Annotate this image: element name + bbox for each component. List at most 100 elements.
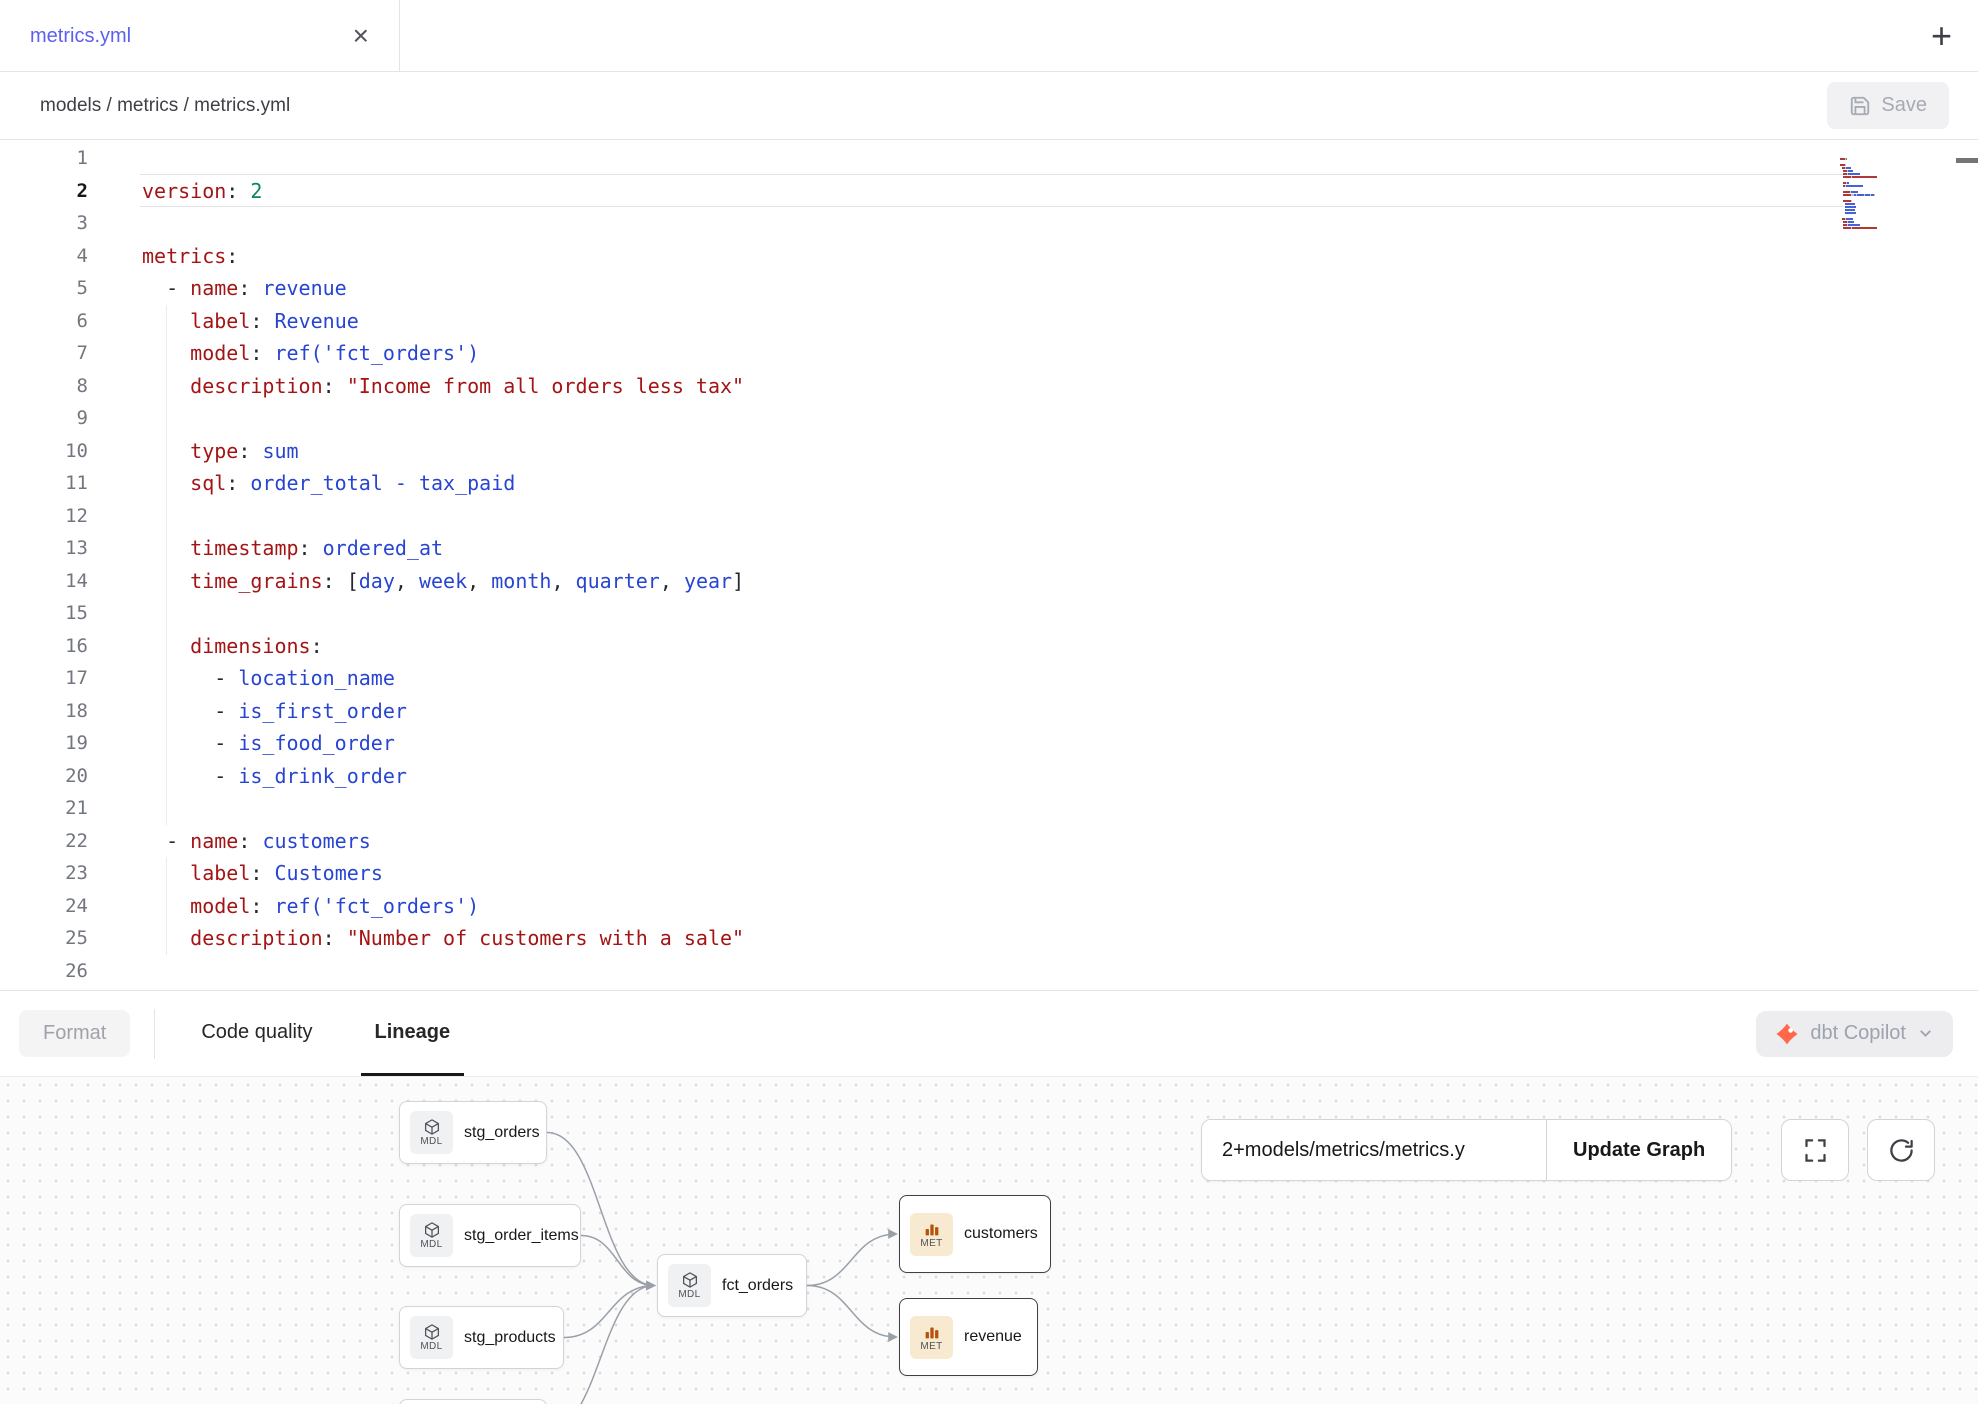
code-line[interactable]: 16 dimensions:	[0, 630, 1978, 663]
tab-metrics-yml[interactable]: metrics.yml ×	[0, 0, 400, 72]
indent-guide	[166, 402, 167, 435]
code-text: model: ref('fct_orders')	[88, 890, 479, 923]
line-number: 26	[0, 955, 88, 988]
lineage-panel[interactable]: MDLstg_ordersMDLstg_order_itemsMDLstg_pr…	[0, 1076, 1978, 1404]
tab-bar: metrics.yml × +	[0, 0, 1978, 72]
code-text: dimensions:	[88, 630, 323, 663]
code-line[interactable]: 11 sql: order_total - tax_paid	[0, 467, 1978, 500]
code-line[interactable]: 24 model: ref('fct_orders')	[0, 890, 1978, 923]
node-label: stg_orders	[464, 1124, 540, 1142]
code-line[interactable]: 3	[0, 207, 1978, 240]
line-number: 24	[0, 890, 88, 923]
line-number: 12	[0, 500, 88, 533]
lineage-node-stg_products[interactable]: MDL stg_products	[399, 1306, 564, 1369]
node-label: fct_orders	[722, 1277, 793, 1295]
fullscreen-icon	[1802, 1137, 1829, 1164]
lineage-node-stg_orders[interactable]: MDLstg_orders	[399, 1101, 547, 1164]
indent-guide	[166, 792, 167, 825]
format-button[interactable]: Format	[19, 1010, 130, 1057]
code-line[interactable]: 2version: 2	[0, 175, 1978, 208]
scrollbar-thumb[interactable]	[1956, 158, 1978, 163]
line-number: 5	[0, 272, 88, 305]
code-text: - name: revenue	[88, 272, 347, 305]
refresh-button[interactable]	[1867, 1119, 1935, 1181]
line-number: 4	[0, 240, 88, 273]
line-number: 1	[0, 142, 88, 175]
code-line[interactable]: 25 description: "Number of customers wit…	[0, 922, 1978, 955]
lineage-node-revenue[interactable]: METrevenue	[899, 1298, 1038, 1376]
code-text: description: "Number of customers with a…	[88, 922, 744, 955]
save-button[interactable]: Save	[1827, 82, 1949, 129]
lineage-search-input[interactable]	[1202, 1120, 1546, 1180]
code-line[interactable]: 20 - is_drink_order	[0, 760, 1978, 793]
code-text: type: sum	[88, 435, 299, 468]
code-text	[88, 402, 142, 435]
code-line[interactable]: 4metrics:	[0, 240, 1978, 273]
code-editor[interactable]: 12version: 234metrics:5 - name: revenue6…	[0, 140, 1978, 990]
chevron-down-icon	[1917, 1025, 1934, 1042]
code-line[interactable]: 19 - is_food_order	[0, 727, 1978, 760]
code-line[interactable]: 13 timestamp: ordered_at	[0, 532, 1978, 565]
line-number: 9	[0, 402, 88, 435]
code-text: - name: customers	[88, 825, 371, 858]
code-line[interactable]: 7 model: ref('fct_orders')	[0, 337, 1978, 370]
close-icon[interactable]: ×	[353, 22, 369, 50]
code-line[interactable]: 1	[0, 142, 1978, 175]
fullscreen-button[interactable]	[1781, 1119, 1849, 1181]
code-line[interactable]: 22 - name: customers	[0, 825, 1978, 858]
line-number: 11	[0, 467, 88, 500]
code-line[interactable]: 17 - location_name	[0, 662, 1978, 695]
code-line[interactable]: 21	[0, 792, 1978, 825]
lineage-node-stg_order_items[interactable]: MDL stg_order_items	[399, 1204, 581, 1267]
code-line[interactable]: 9	[0, 402, 1978, 435]
metric-icon: MET	[910, 1316, 953, 1359]
line-number: 18	[0, 695, 88, 728]
code-line[interactable]: 26	[0, 955, 1978, 988]
line-number: 25	[0, 922, 88, 955]
code-text: model: ref('fct_orders')	[88, 337, 479, 370]
toolbar-tab-lineage[interactable]: Lineage	[361, 991, 465, 1076]
minimap-row	[1840, 229, 1894, 232]
node-badge: MET	[920, 1239, 942, 1249]
new-tab-button[interactable]: +	[1931, 18, 1952, 54]
code-line[interactable]: 15	[0, 597, 1978, 630]
refresh-icon	[1888, 1137, 1915, 1164]
dbt-copilot-button[interactable]: dbt Copilot	[1756, 1011, 1953, 1057]
node-label: stg_products	[464, 1329, 556, 1347]
line-number: 3	[0, 207, 88, 240]
indent-guide	[166, 500, 167, 533]
indent-guide	[166, 597, 167, 630]
update-graph-button[interactable]: Update Graph	[1546, 1120, 1731, 1180]
line-number: 23	[0, 857, 88, 890]
lineage-node-fct_orders[interactable]: MDL fct_orders	[657, 1254, 807, 1317]
code-line[interactable]: 8 description: "Income from all orders l…	[0, 370, 1978, 403]
code-text: label: Revenue	[88, 305, 359, 338]
code-text: timestamp: ordered_at	[88, 532, 443, 565]
code-line[interactable]: 12	[0, 500, 1978, 533]
node-badge: MDL	[678, 1290, 700, 1300]
line-number: 7	[0, 337, 88, 370]
node-label: customers	[964, 1225, 1038, 1243]
node-label: stg_order_items	[464, 1227, 579, 1245]
code-text: sql: order_total - tax_paid	[88, 467, 515, 500]
code-line[interactable]: 5 - name: revenue	[0, 272, 1978, 305]
code-line[interactable]: 6 label: Revenue	[0, 305, 1978, 338]
minimap[interactable]	[1840, 154, 1894, 232]
model-icon: MDL	[410, 1214, 453, 1257]
code-line[interactable]: 14 time_grains: [day, week, month, quart…	[0, 565, 1978, 598]
code-text	[88, 207, 142, 240]
model-icon: MDL	[410, 1316, 453, 1359]
lineage-node-partial_node[interactable]: MDL	[399, 1399, 547, 1404]
code-line[interactable]: 23 label: Customers	[0, 857, 1978, 890]
code-line[interactable]: 10 type: sum	[0, 435, 1978, 468]
code-line[interactable]: 18 - is_first_order	[0, 695, 1978, 728]
editor-toolbar: Format Code quality Lineage dbt Copilot	[0, 990, 1978, 1076]
toolbar-tab-code-quality[interactable]: Code quality	[187, 991, 326, 1076]
statusbar-tabs: Code quality Lineage	[187, 991, 498, 1076]
code-text: label: Customers	[88, 857, 383, 890]
metric-icon: MET	[910, 1213, 953, 1256]
breadcrumb: models / metrics / metrics.yml	[40, 95, 290, 117]
code-text: - is_drink_order	[88, 760, 407, 793]
lineage-node-customers[interactable]: MET customers	[899, 1195, 1051, 1273]
save-label: Save	[1881, 94, 1927, 117]
